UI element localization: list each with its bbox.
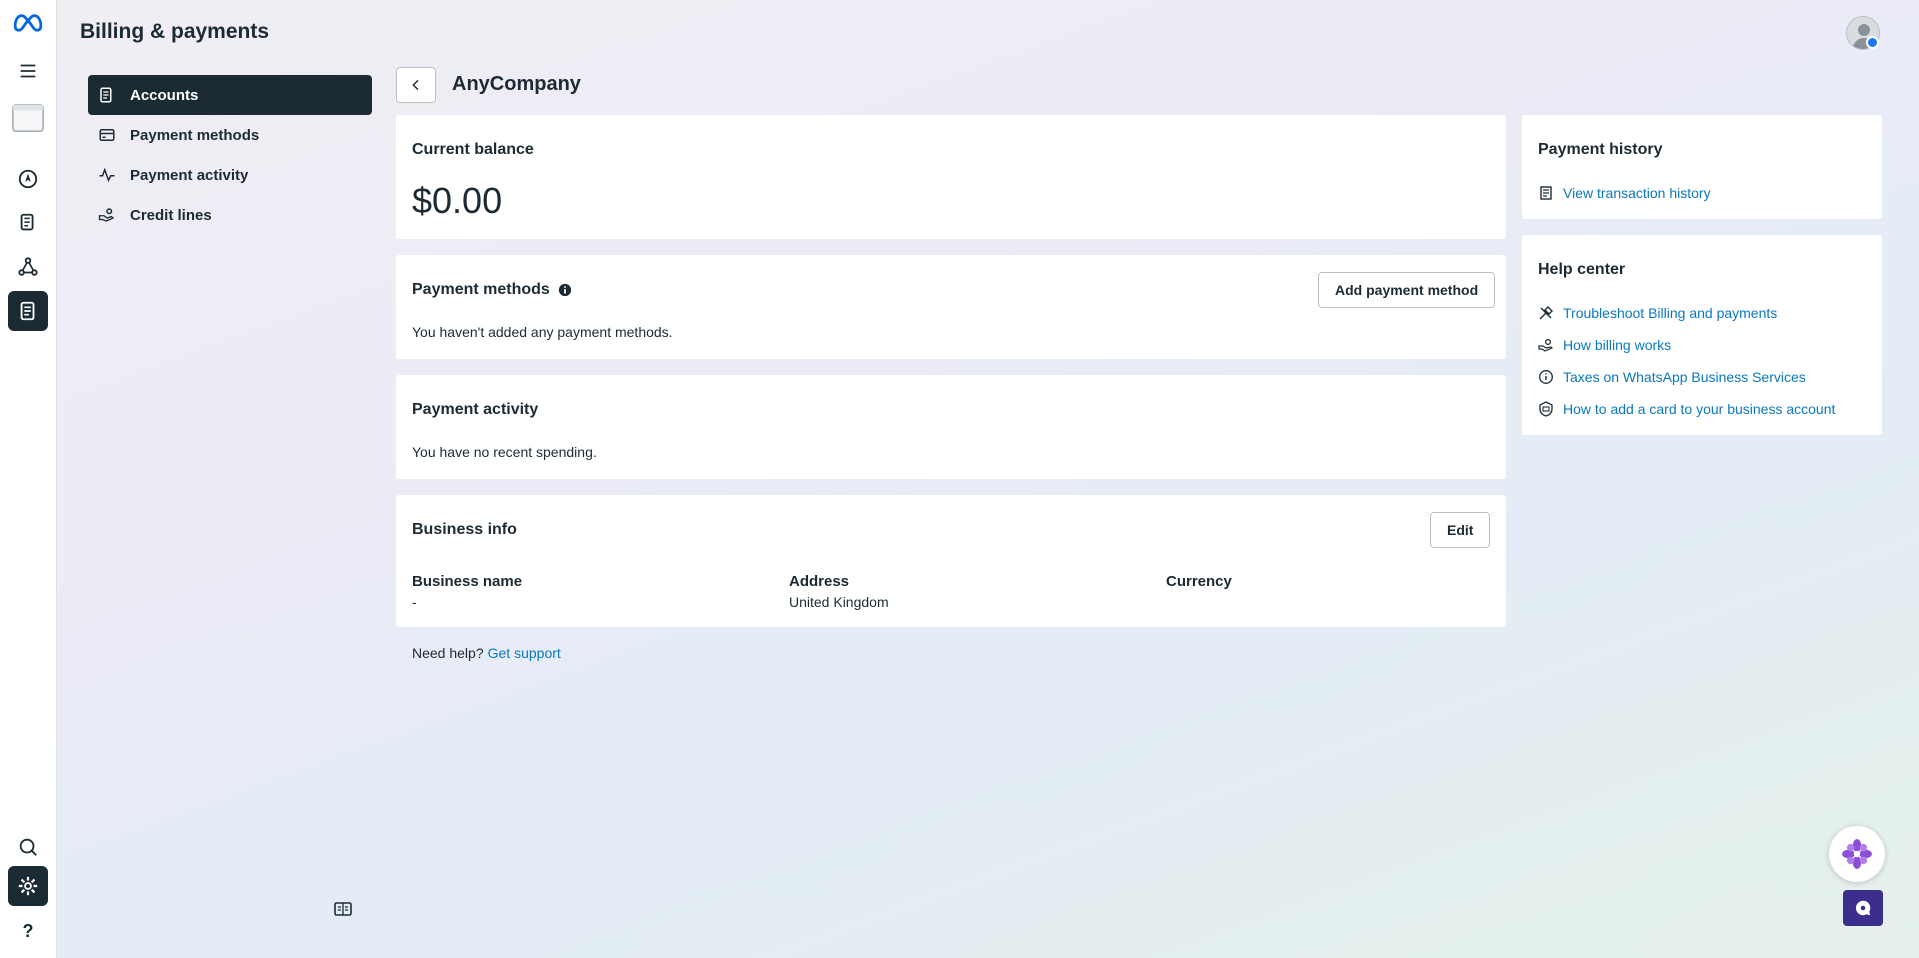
payment-activity-card: Payment activity You have no recent spen… (396, 375, 1506, 479)
help-center-title: Help center (1538, 261, 1626, 278)
edit-button[interactable]: Edit (1430, 512, 1491, 548)
page-title: Billing & payments (80, 20, 270, 43)
help-link[interactable]: How billing works (1563, 337, 1671, 353)
payment-methods-title: Payment methods (412, 281, 550, 298)
left-rail: ? (0, 0, 57, 958)
subnav-item-label: Payment activity (130, 166, 249, 184)
help-link[interactable]: Troubleshoot Billing and payments (1563, 305, 1777, 321)
need-help-text: Need help? (412, 645, 484, 661)
payment-methods-empty-text: You haven't added any payment methods. (412, 324, 673, 340)
browser-window-icon[interactable] (8, 98, 48, 138)
hand-coins-icon (98, 208, 115, 222)
field-label: Address (789, 573, 850, 590)
billing-subnav: Accounts Payment methods Payment activit… (88, 75, 372, 235)
search-icon[interactable] (8, 827, 48, 867)
subnav-item-label: Payment methods (130, 126, 260, 144)
business-info-card: Business info Edit Business name - Addre… (396, 495, 1506, 627)
subnav-item-accounts[interactable]: Accounts (88, 75, 372, 115)
compass-icon[interactable] (8, 159, 48, 199)
address-field: Address United Kingdom (789, 573, 889, 610)
card-shield-icon (1539, 401, 1553, 417)
payment-activity-empty-text: You have no recent spending. (412, 444, 597, 460)
subnav-item-payment-activity[interactable]: Payment activity (88, 155, 372, 195)
chevron-left-icon (412, 79, 419, 91)
accounts-icon (100, 87, 112, 103)
help-footer: Need help? Get support (412, 645, 561, 661)
payment-methods-card: Payment methods Add payment method You h… (396, 255, 1506, 359)
payment-history-title: Payment history (1538, 141, 1663, 158)
add-payment-method-button[interactable]: Add payment method (1318, 272, 1496, 308)
business-info-title: Business info (412, 521, 517, 538)
business-name-field: Business name - (412, 573, 522, 610)
back-button[interactable] (396, 67, 436, 103)
view-transaction-history-row[interactable]: View transaction history (1538, 177, 1711, 209)
field-label: Business name (412, 573, 523, 590)
activity-icon (99, 167, 115, 183)
documents-icon[interactable] (8, 203, 48, 243)
subnav-item-label: Accounts (130, 86, 199, 104)
view-transaction-history-link[interactable]: View transaction history (1563, 185, 1711, 201)
settings-icon[interactable] (8, 866, 48, 906)
meta-logo-icon[interactable] (8, 2, 48, 42)
info-icon[interactable] (558, 283, 572, 297)
field-value: United Kingdom (789, 594, 889, 610)
flower-icon (1842, 839, 1872, 869)
card-icon (99, 129, 115, 141)
current-balance-card: Current balance $0.00 (396, 115, 1506, 239)
field-value: - (412, 594, 417, 610)
balance-amount: $0.00 (412, 180, 503, 221)
subnav-item-label: Credit lines (130, 206, 212, 224)
subnav-item-credit-lines[interactable]: Credit lines (88, 195, 372, 235)
hand-coins-icon (1538, 338, 1554, 352)
receipt-icon (1540, 186, 1552, 200)
facebook-badge-icon (1866, 36, 1879, 49)
billing-icon[interactable] (8, 291, 48, 331)
collapse-sidebar-icon[interactable] (333, 899, 353, 924)
account-name: AnyCompany (452, 73, 581, 95)
help-link[interactable]: How to add a card to your business accou… (1563, 401, 1835, 417)
help-link[interactable]: Taxes on WhatsApp Business Services (1563, 369, 1806, 385)
help-link-row[interactable]: Troubleshoot Billing and payments (1538, 297, 1835, 329)
current-balance-title: Current balance (412, 141, 534, 158)
subnav-item-payment-methods[interactable]: Payment methods (88, 115, 372, 155)
tools-icon (1539, 306, 1553, 320)
payment-history-card: Payment history View transaction history (1522, 115, 1882, 219)
help-icon[interactable]: ? (8, 911, 48, 951)
payment-activity-title: Payment activity (412, 401, 539, 418)
chat-bubble-icon (1855, 900, 1871, 916)
currency-field: Currency (1166, 573, 1232, 594)
help-link-row[interactable]: How to add a card to your business accou… (1538, 393, 1835, 425)
menu-icon[interactable] (8, 51, 48, 91)
help-center-card: Help center Troubleshoot Billing and pay… (1522, 235, 1882, 435)
help-link-row[interactable]: Taxes on WhatsApp Business Services (1538, 361, 1835, 393)
help-link-row[interactable]: How billing works (1538, 329, 1835, 361)
info-circle-icon (1539, 370, 1553, 384)
get-support-link[interactable]: Get support (488, 645, 561, 661)
chat-button[interactable] (1843, 890, 1883, 926)
assistant-button[interactable] (1829, 826, 1885, 882)
network-icon[interactable] (8, 247, 48, 287)
field-label: Currency (1166, 573, 1232, 590)
